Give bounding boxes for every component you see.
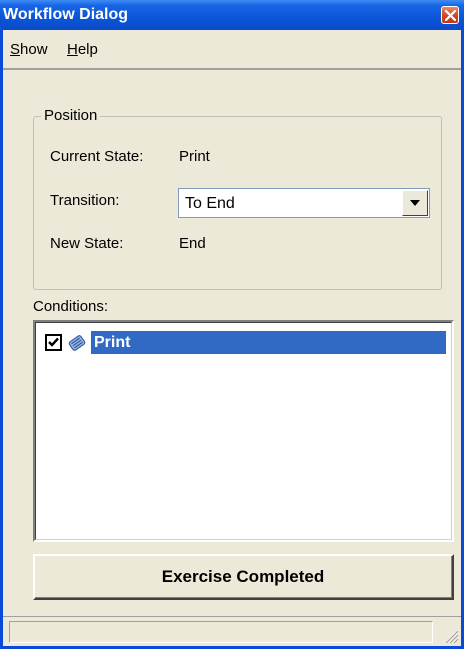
list-item[interactable]: Print <box>42 331 446 354</box>
button-inner-bevel: Exercise Completed <box>35 556 452 598</box>
conditions-label: Conditions: <box>33 298 109 315</box>
exercise-completed-button[interactable]: Exercise Completed <box>33 554 454 600</box>
position-legend: Position <box>41 107 101 125</box>
chevron-down-icon <box>410 200 420 206</box>
current-state-value: Print <box>179 148 210 165</box>
close-button[interactable] <box>441 6 459 24</box>
menu-show[interactable]: Show <box>10 41 48 58</box>
menu-help-rest: elp <box>77 41 98 58</box>
status-panel <box>9 621 433 643</box>
conditions-listbox[interactable]: Print <box>33 320 454 542</box>
menu-bar: Show Help <box>3 30 461 70</box>
menu-show-rest: how <box>20 41 48 58</box>
transition-dropdown[interactable]: To End <box>178 188 430 218</box>
close-icon <box>445 10 456 21</box>
title-bar[interactable]: Workflow Dialog <box>0 0 464 30</box>
listbox-inner-border: Print <box>35 322 452 540</box>
new-state-value: End <box>179 235 206 252</box>
transition-dropdown-button[interactable] <box>402 190 428 216</box>
new-state-label: New State: <box>50 235 124 252</box>
workflow-condition-icon <box>68 335 86 351</box>
menu-show-accel: S <box>10 41 21 58</box>
condition-checkbox[interactable] <box>45 334 62 351</box>
status-bar <box>3 616 461 646</box>
selected-row-highlight: Print <box>91 331 446 354</box>
current-state-label: Current State: <box>50 148 144 165</box>
transition-selected-value: To End <box>185 195 235 212</box>
condition-label: Print <box>94 334 131 351</box>
menu-help[interactable]: Help <box>67 41 98 58</box>
resize-grip-icon[interactable] <box>441 626 459 644</box>
exercise-completed-label: Exercise Completed <box>161 567 325 586</box>
window-title: Workflow Dialog <box>3 6 129 23</box>
transition-label: Transition: <box>50 192 120 209</box>
workflow-dialog-window: Workflow Dialog Show Help Position Curre… <box>0 0 464 649</box>
menu-help-accel: H <box>67 41 78 58</box>
checkmark-icon <box>48 337 59 347</box>
